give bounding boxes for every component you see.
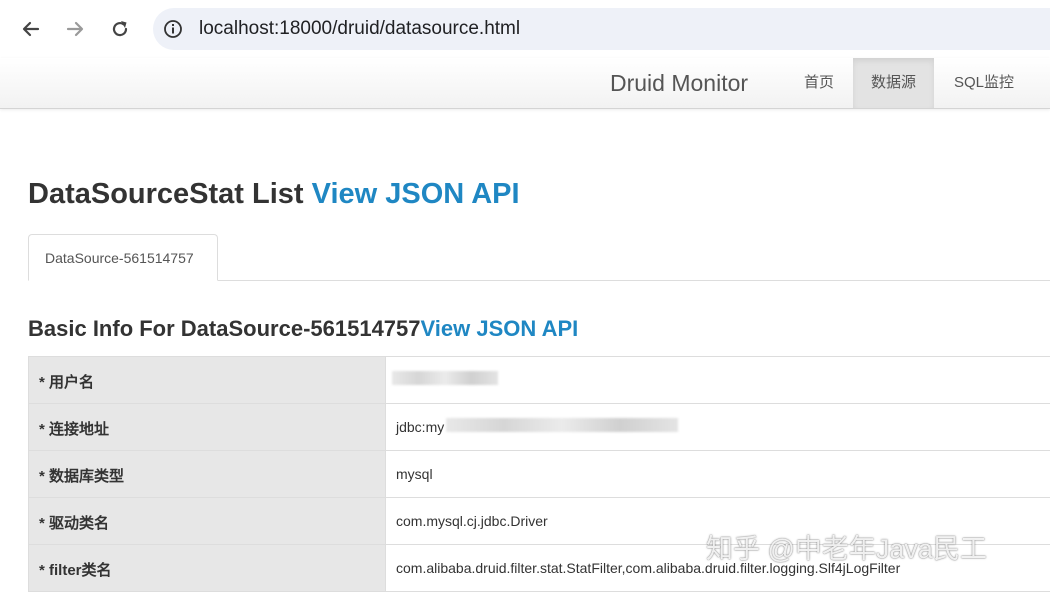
basic-info-title: Basic Info For DataSource-561514757View …: [28, 316, 578, 342]
page-title: DataSourceStat List View JSON API: [28, 178, 520, 211]
brand-title[interactable]: Druid Monitor: [610, 70, 748, 97]
nav-item-home[interactable]: 首页: [789, 58, 849, 108]
row-key: * 驱动类名: [28, 498, 385, 544]
row-key: * 连接地址: [28, 404, 385, 450]
nav-item-datasource[interactable]: 数据源: [853, 58, 934, 108]
address-bar[interactable]: localhost:18000/druid/datasource.html: [153, 8, 1050, 50]
watermark: 知乎 @中老年Java民工: [706, 534, 987, 564]
row-value-text: jdbc:my: [396, 419, 445, 435]
row-key-text: * 用户名: [39, 374, 95, 391]
basic-info-json-link[interactable]: View JSON API: [421, 316, 579, 341]
row-key-text: * 驱动类名: [39, 515, 110, 532]
app-navbar: Druid Monitor 首页 数据源 SQL监控: [0, 58, 1050, 109]
page-title-text: DataSourceStat List: [28, 178, 312, 210]
back-button[interactable]: [17, 15, 45, 43]
basic-info-title-text: Basic Info For DataSource-561514757: [28, 316, 421, 341]
nav-item-label: 数据源: [870, 74, 916, 91]
nav-item-label: 首页: [803, 74, 834, 91]
reload-button[interactable]: [106, 15, 134, 43]
redacted-value: [392, 371, 498, 385]
back-arrow-icon: [22, 21, 40, 37]
row-key: * 数据库类型: [28, 451, 385, 497]
row-value-text: mysql: [396, 466, 433, 482]
forward-arrow-icon: [66, 21, 84, 37]
site-info-icon[interactable]: [163, 19, 183, 39]
tab-label: DataSource-561514757: [45, 250, 194, 266]
row-key: * filter类名: [28, 545, 385, 591]
view-json-api-link[interactable]: View JSON API: [312, 178, 520, 210]
tab-datasource[interactable]: DataSource-561514757: [28, 234, 218, 281]
redacted-value: [446, 418, 678, 432]
table-row: * 连接地址 jdbc:my: [28, 404, 1050, 451]
row-value-text: com.mysql.cj.jdbc.Driver: [396, 513, 548, 529]
table-row: * 数据库类型 mysql: [28, 451, 1050, 498]
row-value: [385, 357, 1050, 403]
url-text: localhost:18000/druid/datasource.html: [199, 18, 521, 39]
forward-button[interactable]: [61, 15, 89, 43]
row-key-text: * 数据库类型: [39, 468, 125, 485]
browser-toolbar: localhost:18000/druid/datasource.html: [0, 0, 1050, 59]
row-value: mysql: [385, 451, 1050, 497]
row-key-text: * 连接地址: [39, 421, 110, 438]
row-key: * 用户名: [28, 357, 385, 403]
row-key-text: * filter类名: [39, 562, 112, 579]
reload-icon: [112, 21, 128, 37]
table-row: * 用户名: [28, 357, 1050, 404]
nav-item-label: SQL监控: [953, 74, 1014, 91]
row-value: jdbc:my: [385, 404, 1050, 450]
nav-item-sql-monitor[interactable]: SQL监控: [938, 58, 1030, 108]
